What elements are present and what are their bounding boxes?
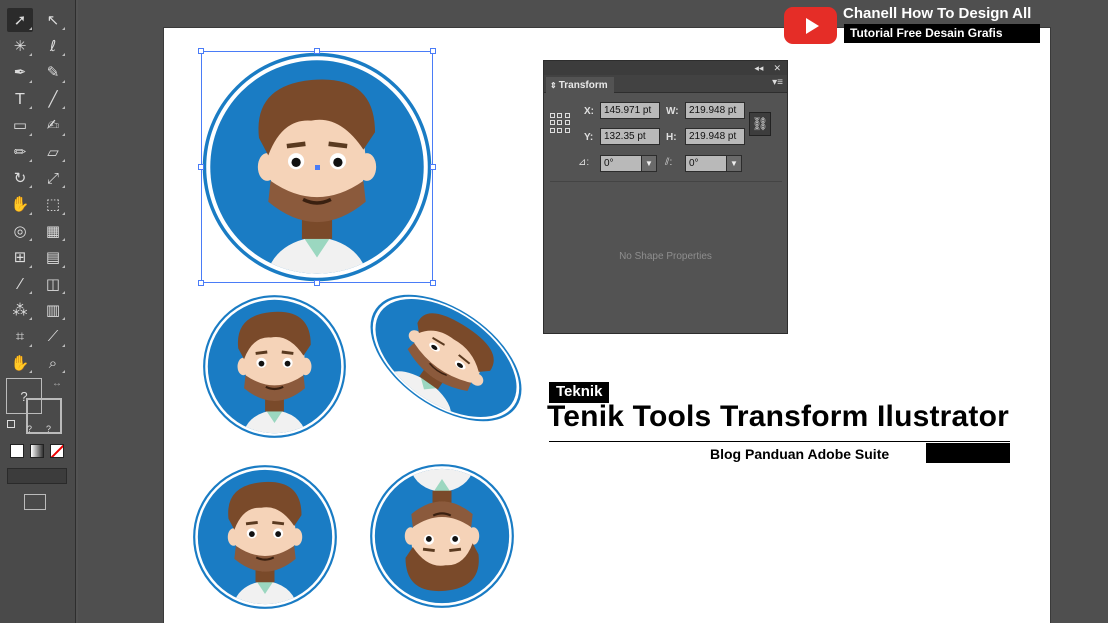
magic-wand-tool-icon[interactable]: ✳: [7, 34, 33, 58]
panel-topbar: ◂◂ ✕: [544, 61, 787, 75]
channel-name: Chanell How To Design All: [843, 5, 1032, 22]
panel-menu-icon[interactable]: ▾≡: [772, 77, 783, 88]
channel-tagline: Tutorial Free Desain Grafis: [844, 24, 1040, 43]
gradient-tool-icon[interactable]: ▤: [40, 246, 66, 270]
close-icon[interactable]: ✕: [773, 63, 781, 74]
constrain-proportions-button[interactable]: ⛓: [749, 112, 771, 136]
handle-middle-left[interactable]: [198, 164, 204, 170]
avatar-illustration-scaled[interactable]: [202, 294, 347, 439]
rotate-angle-field[interactable]: 0°: [600, 155, 642, 172]
w-field[interactable]: 219.948 pt: [685, 102, 745, 119]
x-field[interactable]: 145.971 pt: [600, 102, 660, 119]
type-tool-icon[interactable]: T: [7, 87, 33, 111]
shear-angle-dropdown[interactable]: ▼: [726, 155, 742, 172]
selection-tool-icon[interactable]: ➚: [7, 8, 33, 32]
blend-tool-icon[interactable]: ◫: [40, 272, 66, 296]
swap-fill-stroke-icon[interactable]: ↔: [52, 378, 62, 389]
main-title: Tenik Tools Transform Ilustrator: [547, 400, 1010, 433]
y-label: Y:: [584, 132, 594, 143]
panel-divider: [550, 181, 782, 182]
handle-top-left[interactable]: [198, 48, 204, 54]
pen-tool-icon[interactable]: ✒: [7, 61, 33, 85]
x-label: X:: [584, 106, 594, 117]
symbol-sprayer-tool-icon[interactable]: ⁂: [7, 298, 33, 322]
scale-tool-icon[interactable]: ⤢: [40, 166, 66, 190]
transform-panel: ◂◂ ✕ ⇕ Transform ▾≡ X: 145.971 pt W: 219…: [543, 60, 788, 334]
reference-point-locator[interactable]: [550, 113, 570, 133]
h-field[interactable]: 219.948 pt: [685, 128, 745, 145]
artboard-tool-icon[interactable]: ⌗: [7, 325, 33, 349]
shear-angle-field[interactable]: 0°: [685, 155, 727, 172]
slice-tool-icon[interactable]: ⟋: [40, 325, 66, 349]
eraser-tool-icon[interactable]: ▱: [40, 140, 66, 164]
center-point: [315, 165, 320, 170]
title-underline: [549, 441, 1010, 442]
draw-mode-buttons[interactable]: [7, 468, 67, 484]
tab-arrows-icon: ⇕: [550, 80, 557, 90]
direct-selection-tool-icon[interactable]: ↖: [40, 8, 66, 32]
tools-panel: ➚ ↖ ✳ ℓ ✒ ✎ T ╱ ▭ ✍ ✏ ▱ ↻ ⤢ ✋ ⬚ ◎ ▦ ⊞ ▤ ⁄ ◫ ⁂ ▥ ⌗ ⟋ ✋ ⌕ ? ↔ ? ?: [0, 0, 76, 623]
tab-transform[interactable]: ⇕ Transform: [546, 77, 614, 93]
w-label: W:: [666, 106, 679, 117]
curvature-tool-icon[interactable]: ✎: [40, 61, 66, 85]
subtitle: Blog Panduan Adobe Suite: [710, 446, 890, 462]
handle-bottom-left[interactable]: [198, 280, 204, 286]
rotate-tool-icon[interactable]: ↻: [7, 166, 33, 190]
avatar-illustration-rotated[interactable]: [369, 463, 515, 609]
rectangle-tool-icon[interactable]: ▭: [7, 114, 33, 138]
panel-tabbar: ⇕ Transform ▾≡: [544, 75, 787, 93]
none-mode-button[interactable]: [50, 444, 64, 458]
selection-bounding-box[interactable]: [198, 48, 436, 286]
default-colors-icon[interactable]: [7, 420, 15, 428]
mesh-tool-icon[interactable]: ⊞: [7, 246, 33, 270]
collapse-icon[interactable]: ◂◂: [754, 63, 763, 74]
avatar-illustration-reflected[interactable]: [192, 464, 338, 610]
stroke-none-label: ?: [46, 424, 52, 434]
youtube-logo-icon: [784, 7, 837, 44]
eyedropper-tool-icon[interactable]: ⁄: [7, 272, 33, 296]
shear-angle-icon: ⫽:: [665, 157, 673, 168]
gradient-mode-button[interactable]: [30, 444, 44, 458]
rotate-angle-icon: ⊿:: [578, 157, 590, 168]
column-graph-tool-icon[interactable]: ▥: [40, 298, 66, 322]
screen-mode-button[interactable]: [24, 494, 46, 510]
link-icon: ⛓: [751, 116, 769, 131]
pencil-tool-icon[interactable]: ✏: [7, 140, 33, 164]
free-transform-tool-icon[interactable]: ⬚: [40, 193, 66, 217]
zoom-tool-icon[interactable]: ⌕: [40, 351, 66, 375]
avatar-illustration-sheared[interactable]: [366, 294, 522, 426]
handle-top-right[interactable]: [430, 48, 436, 54]
handle-middle-right[interactable]: [430, 164, 436, 170]
line-tool-icon[interactable]: ╱: [40, 87, 66, 111]
rotate-angle-dropdown[interactable]: ▼: [641, 155, 657, 172]
warp-tool-icon[interactable]: ✋: [7, 193, 33, 217]
hand-tool-icon[interactable]: ✋: [7, 351, 33, 375]
color-mode-button[interactable]: [10, 444, 24, 458]
handle-bottom-right[interactable]: [430, 280, 436, 286]
paintbrush-tool-icon[interactable]: ✍: [40, 114, 66, 138]
handle-top-center[interactable]: [314, 48, 320, 54]
subtitle-black-block: [926, 443, 1010, 463]
y-field[interactable]: 132.35 pt: [600, 128, 660, 145]
tab-transform-label: Transform: [558, 79, 608, 91]
handle-bottom-center[interactable]: [314, 280, 320, 286]
shape-builder-tool-icon[interactable]: ◎: [7, 219, 33, 243]
lasso-tool-icon[interactable]: ℓ: [40, 34, 66, 58]
fill-none-label: ?: [27, 424, 33, 434]
no-shape-properties-text: No Shape Properties: [619, 251, 712, 262]
h-label: H:: [666, 132, 677, 143]
perspective-grid-tool-icon[interactable]: ▦: [40, 219, 66, 243]
